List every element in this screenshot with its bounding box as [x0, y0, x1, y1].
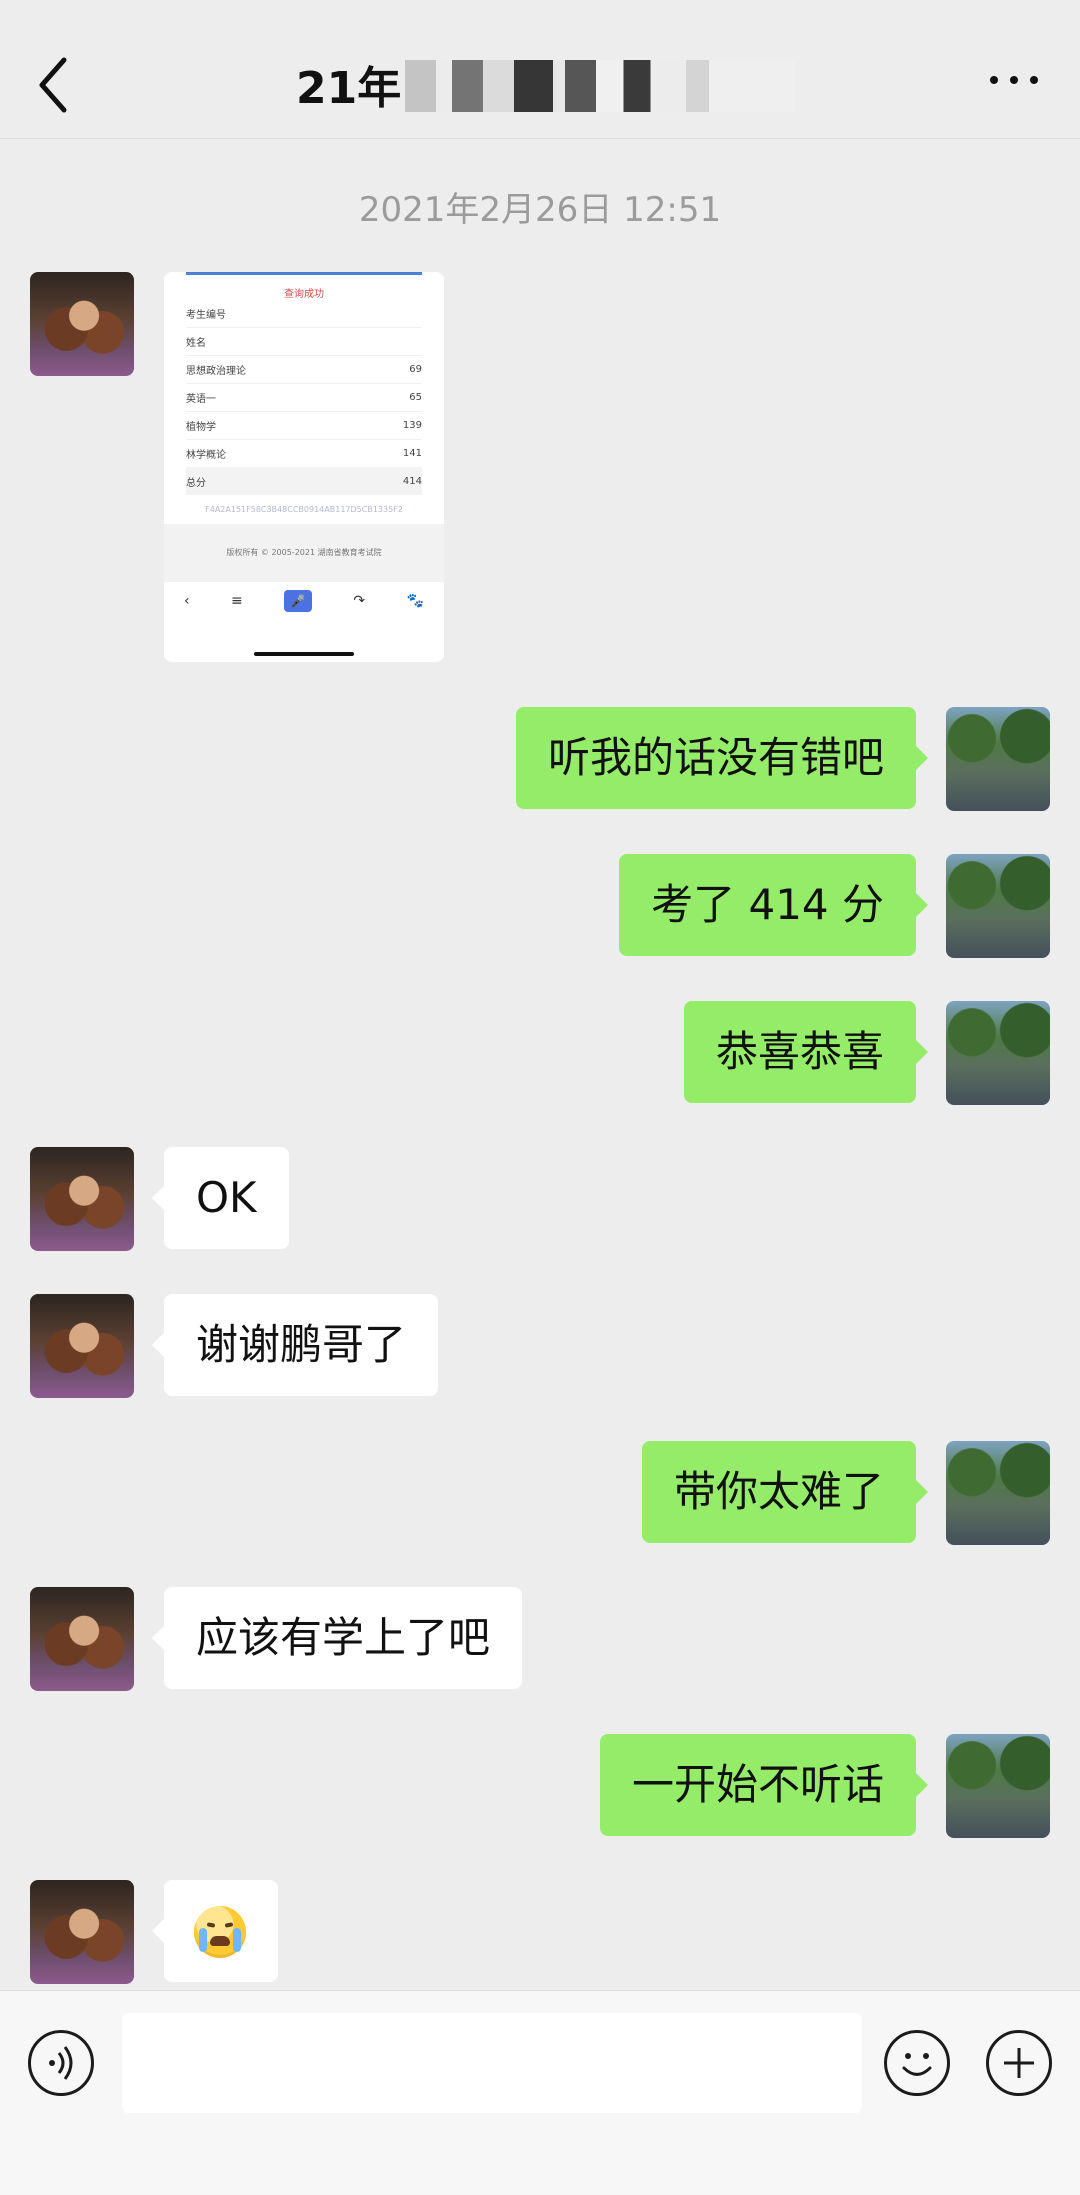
table-row: 姓名 — [186, 328, 422, 356]
table-row: 思想政治理论 69 — [186, 356, 422, 384]
table-row: 英语一 65 — [186, 384, 422, 412]
user-avatar[interactable] — [946, 1441, 1050, 1545]
message-bubble[interactable]: 考了 414 分 — [619, 854, 928, 956]
message-bubble[interactable]: 带你太难了 — [641, 1441, 929, 1543]
chat-title: 21年 — [296, 63, 402, 114]
contact-avatar[interactable] — [30, 272, 134, 376]
input-bar — [0, 1990, 1080, 2195]
result-caption: 查询成功 — [284, 289, 324, 300]
menu-icon: ≡ — [230, 593, 243, 609]
message-input[interactable] — [122, 2013, 862, 2113]
contact-avatar[interactable] — [30, 1880, 134, 1984]
browser-toolbar: ‹ ≡ 🎤 ↷ 🐾 — [184, 582, 424, 620]
user-avatar[interactable] — [946, 1734, 1050, 1838]
share-icon: ↷ — [353, 593, 366, 609]
plus-icon[interactable] — [986, 2030, 1052, 2096]
crying-emoji-icon — [194, 1906, 246, 1958]
redacted-name — [405, 60, 795, 112]
table-row: 植物学 139 — [186, 412, 422, 440]
message-bubble[interactable]: 应该有学上了吧 — [151, 1587, 523, 1689]
contact-avatar[interactable] — [30, 1147, 134, 1251]
image-message[interactable]: 查询成功 考生编号 姓名 思想政治理论 69 英语一 65 植物学 139 林学概论 1… — [164, 272, 444, 662]
message-bubble[interactable]: OK — [152, 1147, 289, 1249]
mic-icon: 🎤 — [284, 590, 313, 612]
back-arrow-icon: ‹ — [184, 593, 190, 609]
copyright-footer: 版权所有 © 2005-2021 湖南省教育考试院 — [164, 524, 444, 582]
message-bubble[interactable]: 一开始不听话 — [599, 1734, 929, 1836]
message-bubble[interactable]: 谢谢鹏哥了 — [151, 1294, 439, 1396]
emoji-icon[interactable] — [884, 2030, 950, 2096]
table-row: 林学概论 141 — [186, 440, 422, 468]
table-row: 考生编号 — [186, 300, 422, 328]
user-avatar[interactable] — [946, 1001, 1050, 1105]
user-avatar[interactable] — [946, 854, 1050, 958]
table-row-total: 总分 414 — [186, 468, 422, 495]
contact-avatar[interactable] — [30, 1587, 134, 1691]
more-icon[interactable] — [984, 68, 1044, 92]
emoji-message[interactable] — [152, 1880, 278, 1982]
message-timestamp: 2021年2月26日 12:51 — [358, 190, 722, 230]
message-bubble[interactable]: 恭喜恭喜 — [683, 1001, 929, 1103]
verification-hash: F4A2A151F58C3B48CCB0914AB117D5CB1335F2 — [205, 505, 403, 514]
paw-icon: 🐾 — [406, 593, 424, 609]
contact-avatar[interactable] — [30, 1294, 134, 1398]
back-icon[interactable] — [30, 50, 80, 120]
message-bubble[interactable]: 听我的话没有错吧 — [515, 707, 929, 809]
user-avatar[interactable] — [946, 707, 1050, 811]
home-indicator — [0, 2175, 1080, 2195]
voice-icon[interactable] — [28, 2030, 94, 2096]
chat-header: 21年 — [0, 0, 1080, 139]
